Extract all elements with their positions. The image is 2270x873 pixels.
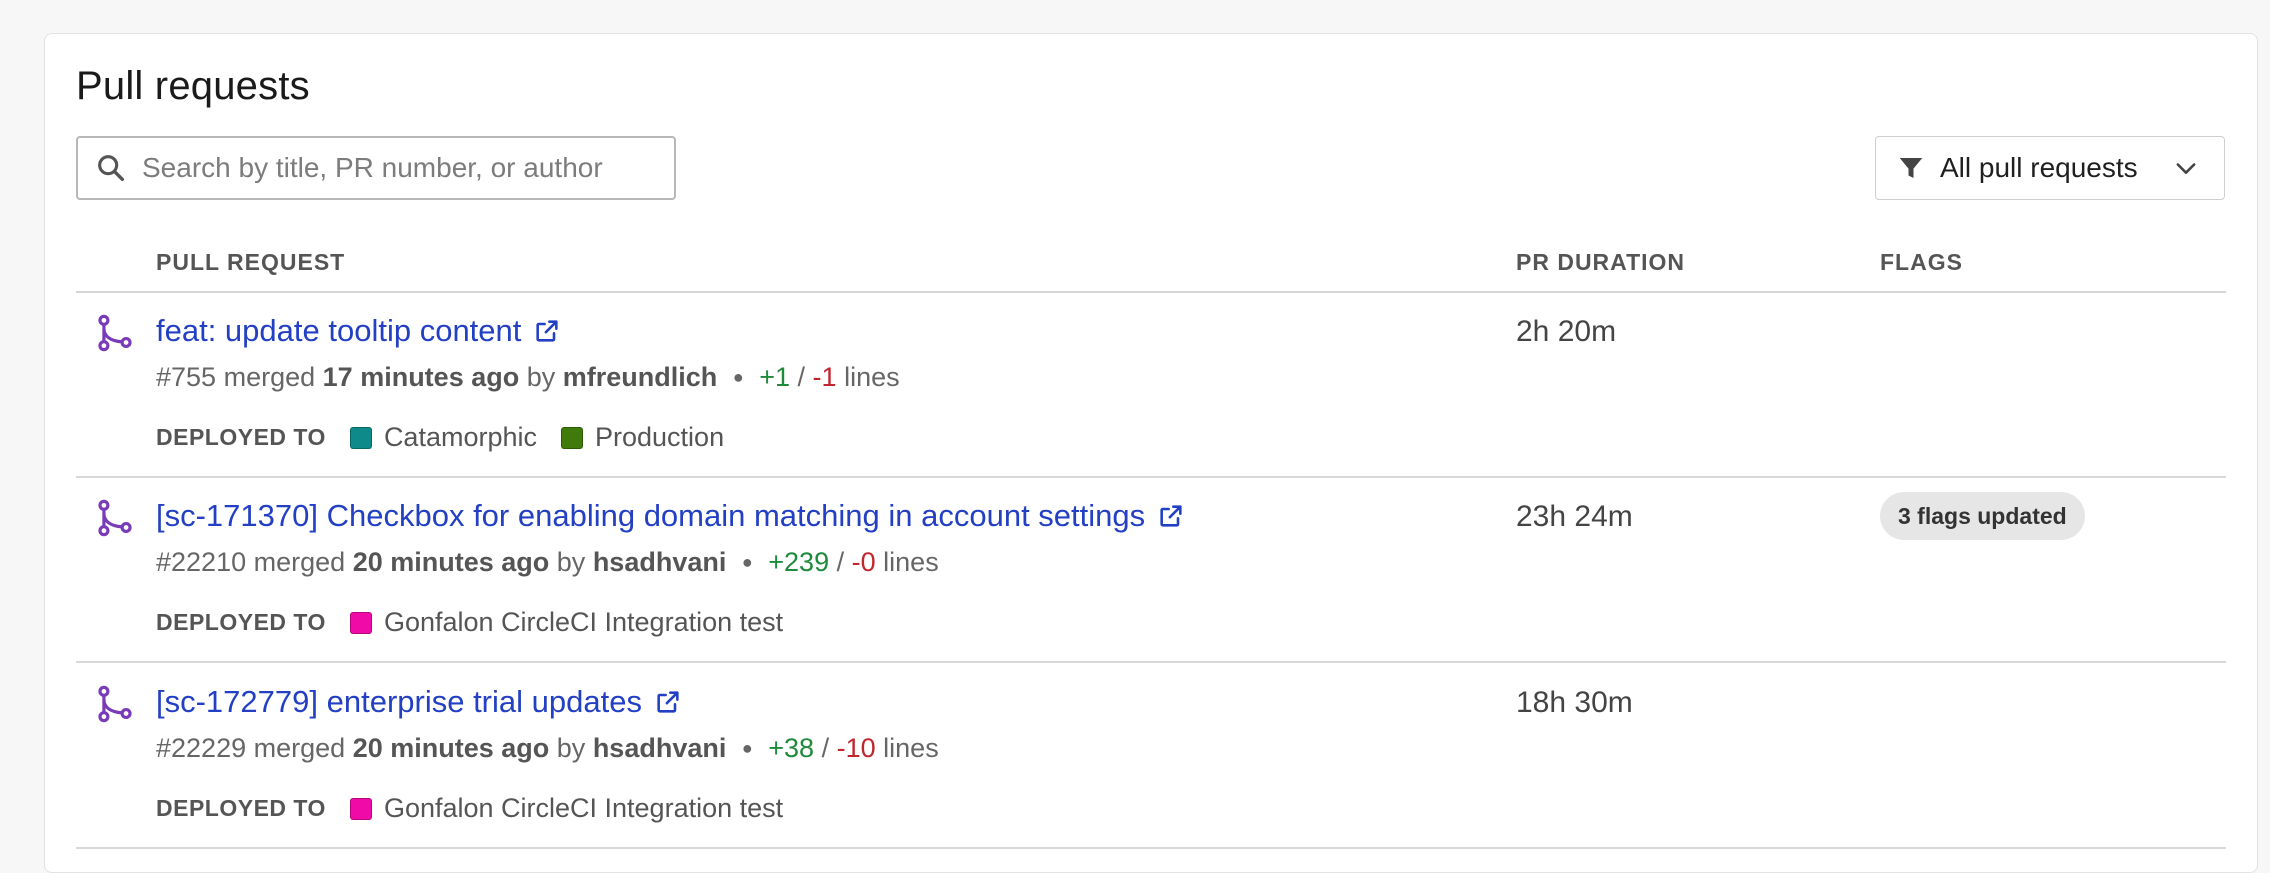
environment-name: Gonfalon CircleCI Integration test	[383, 607, 784, 637]
environment-tag[interactable]: Gonfalon CircleCI Integration test	[349, 793, 784, 824]
pr-number: #22229	[156, 733, 247, 763]
pr-author[interactable]: mfreundlich	[563, 362, 718, 392]
pull-request-filter-dropdown[interactable]: All pull requests	[1875, 136, 2225, 200]
filter-icon	[1899, 158, 1923, 178]
pr-title: [sc-171370] Checkbox for enabling domain…	[156, 498, 1146, 533]
merged-pr-icon	[98, 499, 132, 537]
pr-number: #22210	[156, 547, 247, 577]
separator-dot: ●	[732, 367, 744, 387]
environment-name: Catamorphic	[383, 422, 537, 452]
pr-title: feat: update tooltip content	[156, 313, 522, 348]
search-box[interactable]	[76, 136, 676, 200]
environment-color-swatch	[349, 797, 372, 820]
flags-updated-badge[interactable]: 3 flags updated	[1880, 492, 2085, 540]
merged-text: merged	[253, 733, 346, 763]
lines-deleted: -1	[812, 362, 837, 392]
search-icon	[98, 155, 125, 182]
pr-author[interactable]: hsadhvani	[593, 547, 727, 577]
merged-text: merged	[253, 547, 346, 577]
table-header: PULL REQUEST PR DURATION FLAGS	[76, 249, 2226, 293]
pr-number: #755	[156, 362, 217, 392]
by-text: by	[526, 362, 556, 392]
lines-text: lines	[844, 362, 900, 392]
chevron-down-icon	[2176, 163, 2196, 174]
merged-time: 20 minutes ago	[352, 547, 550, 577]
deployed-to: DEPLOYED TO Catamorphic Production	[156, 422, 748, 453]
environment-tag[interactable]: Gonfalon CircleCI Integration test	[349, 607, 784, 638]
separator-dot: ●	[741, 552, 753, 572]
lines-separator: /	[821, 733, 830, 763]
lines-separator: /	[836, 547, 845, 577]
merged-pr-icon	[98, 685, 132, 723]
column-header-pull-request[interactable]: PULL REQUEST	[156, 249, 345, 276]
table-row: [sc-172779] enterprise trial updates #22…	[76, 664, 2226, 849]
pr-title: [sc-172779] enterprise trial updates	[156, 684, 642, 719]
pr-duration: 23h 24m	[1516, 500, 1633, 533]
merged-time: 17 minutes ago	[322, 362, 520, 392]
pr-meta: #22229 merged 20 minutes ago by hsadhvan…	[156, 733, 939, 764]
lines-added: +239	[768, 547, 830, 577]
by-text: by	[556, 733, 586, 763]
table-row: feat: update tooltip content #755 merged…	[76, 293, 2226, 478]
lines-deleted: -0	[851, 547, 876, 577]
filter-label: All pull requests	[1940, 152, 2138, 183]
deployed-to-label: DEPLOYED TO	[156, 609, 326, 635]
lines-text: lines	[883, 733, 939, 763]
deployed-to-label: DEPLOYED TO	[156, 795, 326, 821]
pr-author[interactable]: hsadhvani	[593, 733, 727, 763]
external-link-icon[interactable]	[654, 688, 682, 716]
lines-text: lines	[883, 547, 939, 577]
environment-color-swatch	[349, 611, 372, 634]
deployed-to: DEPLOYED TO Gonfalon CircleCI Integratio…	[156, 793, 807, 824]
page-title: Pull requests	[76, 64, 310, 108]
deployed-to: DEPLOYED TO Gonfalon CircleCI Integratio…	[156, 607, 807, 638]
lines-separator: /	[797, 362, 806, 392]
environment-color-swatch	[349, 426, 372, 449]
column-header-pr-duration[interactable]: PR DURATION	[1516, 249, 1685, 276]
environment-tag[interactable]: Catamorphic	[349, 422, 537, 453]
pull-requests-card: Pull requests All pull requests PULL REQ…	[44, 33, 2258, 873]
search-input[interactable]	[140, 151, 674, 185]
separator-dot: ●	[741, 738, 753, 758]
environment-name: Production	[595, 422, 725, 452]
by-text: by	[556, 547, 586, 577]
environment-tag[interactable]: Production	[561, 422, 724, 453]
environment-color-swatch	[561, 426, 583, 449]
lines-added: +1	[759, 362, 790, 392]
pr-title-link[interactable]: [sc-171370] Checkbox for enabling domain…	[156, 498, 1185, 534]
table-row: [sc-171370] Checkbox for enabling domain…	[76, 478, 2226, 663]
pr-title-link[interactable]: [sc-172779] enterprise trial updates	[156, 684, 682, 720]
merged-time: 20 minutes ago	[352, 733, 550, 763]
external-link-icon[interactable]	[533, 317, 561, 345]
pr-duration: 18h 30m	[1516, 686, 1633, 719]
pr-title-link[interactable]: feat: update tooltip content	[156, 313, 561, 349]
environment-name: Gonfalon CircleCI Integration test	[383, 793, 784, 823]
merged-text: merged	[223, 362, 316, 392]
merged-pr-icon	[98, 314, 132, 352]
lines-deleted: -10	[836, 733, 876, 763]
lines-added: +38	[768, 733, 815, 763]
deployed-to-label: DEPLOYED TO	[156, 424, 326, 450]
pr-meta: #755 merged 17 minutes ago by mfreundlic…	[156, 362, 900, 393]
external-link-icon[interactable]	[1157, 502, 1185, 530]
pr-meta: #22210 merged 20 minutes ago by hsadhvan…	[156, 547, 939, 578]
pr-duration: 2h 20m	[1516, 315, 1617, 348]
column-header-flags[interactable]: FLAGS	[1880, 249, 1963, 276]
